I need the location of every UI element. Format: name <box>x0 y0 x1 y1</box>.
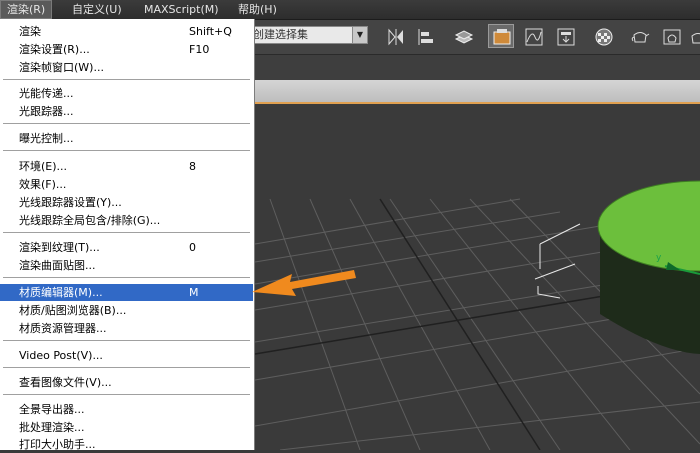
menu-item-print-size-assistant[interactable]: 打印大小助手... <box>0 436 253 453</box>
menu-separator <box>3 232 250 234</box>
menu-item-raytracer-settings[interactable]: 光线跟踪器设置(Y)... <box>0 194 253 211</box>
layers-icon <box>454 30 474 44</box>
menu-item-light-tracer[interactable]: 光跟踪器... <box>0 103 253 120</box>
render-setup-button[interactable] <box>626 24 652 48</box>
menu-item-video-post[interactable]: Video Post(V)... <box>0 347 253 364</box>
menu-item-panorama-exporter[interactable]: 全景导出器... <box>0 401 253 418</box>
chevron-down-icon[interactable]: ▼ <box>352 27 367 43</box>
material-editor-button[interactable] <box>590 24 616 48</box>
named-selection-set-dropdown[interactable]: 创建选择集 ▼ <box>248 26 368 44</box>
mirror-icon <box>388 28 403 46</box>
align-button[interactable] <box>412 24 438 48</box>
menu-item-exposure-control[interactable]: 曝光控制... <box>0 130 253 147</box>
mirror-button[interactable] <box>382 24 408 48</box>
menu-item-radiosity[interactable]: 光能传递... <box>0 85 253 102</box>
rendered-frame-window-button[interactable] <box>658 24 684 48</box>
menu-separator <box>3 394 250 396</box>
annotation-arrow-icon <box>252 270 356 296</box>
menu-separator <box>3 79 250 81</box>
menu-item-material-editor[interactable]: 材质编辑器(M)... M <box>0 284 253 301</box>
render-menu-dropdown: 渲染 Shift+Q 渲染设置(R)... F10 渲染帧窗口(W)... 光能传递… <box>0 19 255 453</box>
schematic-view-button[interactable] <box>552 24 578 48</box>
menu-item-render[interactable]: 渲染 Shift+Q <box>0 23 253 40</box>
teapot-render-icon <box>691 33 700 44</box>
menu-help[interactable]: 帮助(H) <box>232 1 283 18</box>
menu-maxscript[interactable]: MAXScript(M) <box>138 1 225 18</box>
menu-item-render-surface-map[interactable]: 渲染曲面贴图... <box>0 257 253 274</box>
menu-item-rendered-frame-window[interactable]: 渲染帧窗口(W)... <box>0 59 253 76</box>
menu-separator <box>3 367 250 369</box>
menu-separator <box>3 150 250 152</box>
render-frame-icon <box>663 29 681 45</box>
menu-separator <box>3 277 250 279</box>
menu-item-batch-render[interactable]: 批处理渲染... <box>0 419 253 436</box>
menu-customize[interactable]: 自定义(U) <box>66 1 128 18</box>
scene-explorer-button[interactable] <box>488 24 514 48</box>
menu-item-material-explorer[interactable]: 材质资源管理器... <box>0 320 253 337</box>
menu-item-environment[interactable]: 环境(E)... 8 <box>0 158 253 175</box>
schematic-view-icon <box>557 28 575 46</box>
menu-item-render-setup[interactable]: 渲染设置(R)... F10 <box>0 41 253 58</box>
quick-render-button[interactable] <box>684 24 700 48</box>
menu-item-raytrace-include-exclude[interactable]: 光线跟踪全局包含/排除(G)... <box>0 212 253 229</box>
menu-item-render-to-texture[interactable]: 渲染到纹理(T)... 0 <box>0 239 253 256</box>
scene-explorer-icon <box>493 29 511 45</box>
teapot-icon <box>631 32 650 43</box>
menu-item-material-map-browser[interactable]: 材质/贴图浏览器(B)... <box>0 302 253 319</box>
menu-bar: 渲染(R) 自定义(U) MAXScript(M) 帮助(H) <box>0 0 700 20</box>
menu-render[interactable]: 渲染(R) <box>0 0 53 19</box>
align-icon <box>418 29 433 45</box>
menu-item-view-image-file[interactable]: 查看图像文件(V)... <box>0 374 253 391</box>
curve-editor-icon <box>525 28 543 46</box>
layer-manager-button[interactable] <box>450 24 476 48</box>
menu-separator <box>3 340 250 342</box>
curve-editor-button[interactable] <box>520 24 546 48</box>
selection-set-value: 创建选择集 <box>253 28 308 41</box>
menu-item-effects[interactable]: 效果(F)... <box>0 176 253 193</box>
menu-separator <box>3 123 250 125</box>
axis-label-y: y <box>656 253 662 263</box>
material-editor-icon <box>595 28 613 46</box>
